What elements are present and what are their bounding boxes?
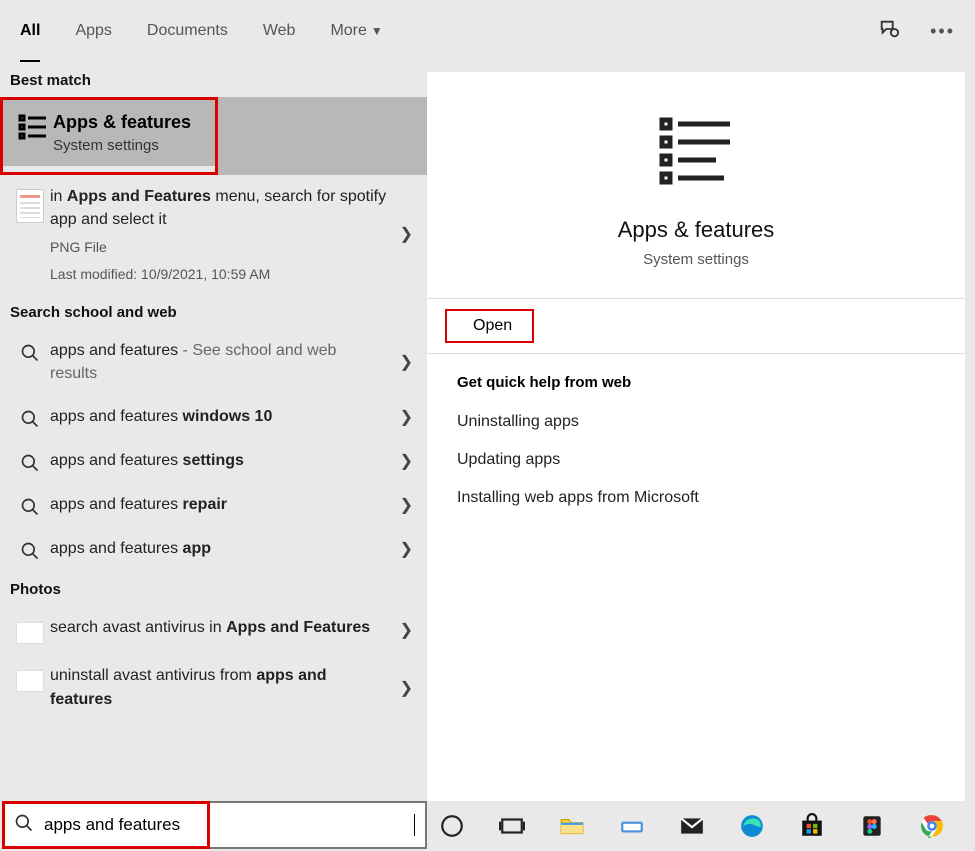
ws1-bold: windows 10 xyxy=(183,408,273,425)
search-scope-tabs: All Apps Documents Web More▼ ••• xyxy=(0,0,975,62)
web-suggestion-1[interactable]: apps and features windows 10 ❯ xyxy=(0,395,427,439)
section-school-web: Search school and web xyxy=(0,294,427,329)
chevron-right-icon: ❯ xyxy=(400,678,413,698)
file-line-prefix: in xyxy=(50,188,67,205)
highlight-best-match: Apps & features System settings xyxy=(0,97,218,175)
taskbar-file-explorer-icon[interactable] xyxy=(557,811,587,841)
file-line-bold: Apps and Features xyxy=(67,188,211,205)
tab-all[interactable]: All xyxy=(20,22,40,63)
ws0-pre: apps and features xyxy=(50,342,178,359)
taskbar-mail-icon[interactable] xyxy=(677,811,707,841)
text-caret xyxy=(414,814,415,836)
search-box[interactable] xyxy=(2,801,427,849)
open-button[interactable]: Open xyxy=(473,317,512,335)
ws2-pre: apps and features xyxy=(50,452,183,469)
ph0-bold: Apps and Features xyxy=(226,619,370,636)
tab-more[interactable]: More▼ xyxy=(330,22,382,40)
best-match-item[interactable]: Apps & features System settings xyxy=(3,100,215,166)
chevron-right-icon: ❯ xyxy=(400,620,413,640)
web-suggestion-4[interactable]: apps and features app ❯ xyxy=(0,527,427,571)
taskbar-chrome-icon[interactable] xyxy=(917,811,947,841)
web-suggestion-0[interactable]: apps and features - See school and web r… xyxy=(0,329,427,395)
ws2-bold: settings xyxy=(183,452,244,469)
search-icon xyxy=(10,537,50,561)
web-suggestion-3[interactable]: apps and features repair ❯ xyxy=(0,483,427,527)
feedback-icon[interactable] xyxy=(878,18,900,45)
ws3-pre: apps and features xyxy=(50,496,183,513)
section-best-match: Best match xyxy=(0,62,427,97)
ph1-pre: uninstall avast antivirus from xyxy=(50,667,256,684)
help-heading: Get quick help from web xyxy=(427,354,965,403)
chevron-right-icon: ❯ xyxy=(400,224,413,244)
results-panel: Best match xyxy=(0,62,427,851)
chevron-right-icon: ❯ xyxy=(400,539,413,559)
ws3-bold: repair xyxy=(183,496,227,513)
web-suggestion-2[interactable]: apps and features settings ❯ xyxy=(0,439,427,483)
best-match-subtitle: System settings xyxy=(53,137,191,154)
help-link-uninstalling[interactable]: Uninstalling apps xyxy=(427,403,965,441)
ws1-pre: apps and features xyxy=(50,408,183,425)
search-input[interactable] xyxy=(44,815,414,835)
search-icon xyxy=(10,339,50,363)
chevron-right-icon: ❯ xyxy=(400,451,413,471)
section-photos: Photos xyxy=(0,571,427,606)
highlight-open: Open xyxy=(445,309,534,343)
chevron-right-icon: ❯ xyxy=(400,352,413,372)
search-icon xyxy=(10,405,50,429)
taskbar-cortana-icon[interactable] xyxy=(437,811,467,841)
file-type: PNG File xyxy=(50,237,387,257)
more-options-icon[interactable]: ••• xyxy=(930,21,955,42)
ws4-pre: apps and features xyxy=(50,540,183,557)
preview-title: Apps & features xyxy=(618,217,775,243)
preview-subtitle: System settings xyxy=(643,251,749,268)
chevron-down-icon: ▼ xyxy=(371,24,383,38)
chevron-right-icon: ❯ xyxy=(400,495,413,515)
help-link-installing[interactable]: Installing web apps from Microsoft xyxy=(427,479,965,517)
preview-panel: Apps & features System settings Open Get… xyxy=(427,72,965,851)
tab-web[interactable]: Web xyxy=(263,22,296,40)
photo-result-0[interactable]: search avast antivirus in Apps and Featu… xyxy=(0,606,427,654)
chevron-right-icon: ❯ xyxy=(400,407,413,427)
best-match-row-bg xyxy=(218,97,427,175)
file-modified: Last modified: 10/9/2021, 10:59 AM xyxy=(50,264,387,284)
search-icon xyxy=(10,449,50,473)
result-file-item[interactable]: in Apps and Features menu, search for sp… xyxy=(0,175,427,294)
best-match-title: Apps & features xyxy=(53,112,191,133)
taskbar-taskview-icon[interactable] xyxy=(497,811,527,841)
list-settings-icon xyxy=(13,112,53,142)
help-link-updating[interactable]: Updating apps xyxy=(427,441,965,479)
tab-documents[interactable]: Documents xyxy=(147,22,228,40)
tab-apps[interactable]: Apps xyxy=(75,22,111,40)
ws4-bold: app xyxy=(183,540,211,557)
taskbar-keyboard-icon[interactable] xyxy=(617,811,647,841)
photo-thumbnail-icon xyxy=(16,670,44,692)
taskbar-edge-icon[interactable] xyxy=(737,811,767,841)
search-icon xyxy=(10,493,50,517)
taskbar xyxy=(427,801,975,851)
photo-result-1[interactable]: uninstall avast antivirus from apps and … xyxy=(0,654,427,720)
file-thumbnail-icon xyxy=(16,189,44,223)
app-settings-large-icon xyxy=(656,112,736,197)
taskbar-store-icon[interactable] xyxy=(797,811,827,841)
taskbar-figma-icon[interactable] xyxy=(857,811,887,841)
search-icon xyxy=(14,813,34,838)
photo-thumbnail-icon xyxy=(16,622,44,644)
ph0-pre: search avast antivirus in xyxy=(50,619,226,636)
